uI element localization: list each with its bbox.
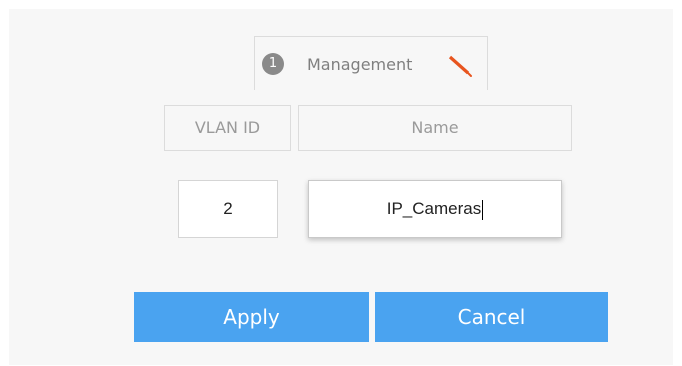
text-cursor — [482, 199, 484, 220]
vlan-name-field[interactable]: IP_Cameras — [308, 180, 562, 238]
vlan-id-column-header: VLAN ID — [164, 105, 291, 151]
name-column-header: Name — [298, 105, 572, 151]
pencil-icon[interactable] — [446, 53, 476, 79]
apply-button[interactable]: Apply — [134, 292, 369, 342]
vlan-name-value: IP_Cameras — [386, 199, 482, 218]
cancel-button[interactable]: Cancel — [375, 292, 608, 342]
management-label: Management — [307, 55, 413, 74]
vlan-id-field[interactable]: 2 — [178, 180, 278, 238]
step-number-badge: 1 — [262, 53, 284, 75]
